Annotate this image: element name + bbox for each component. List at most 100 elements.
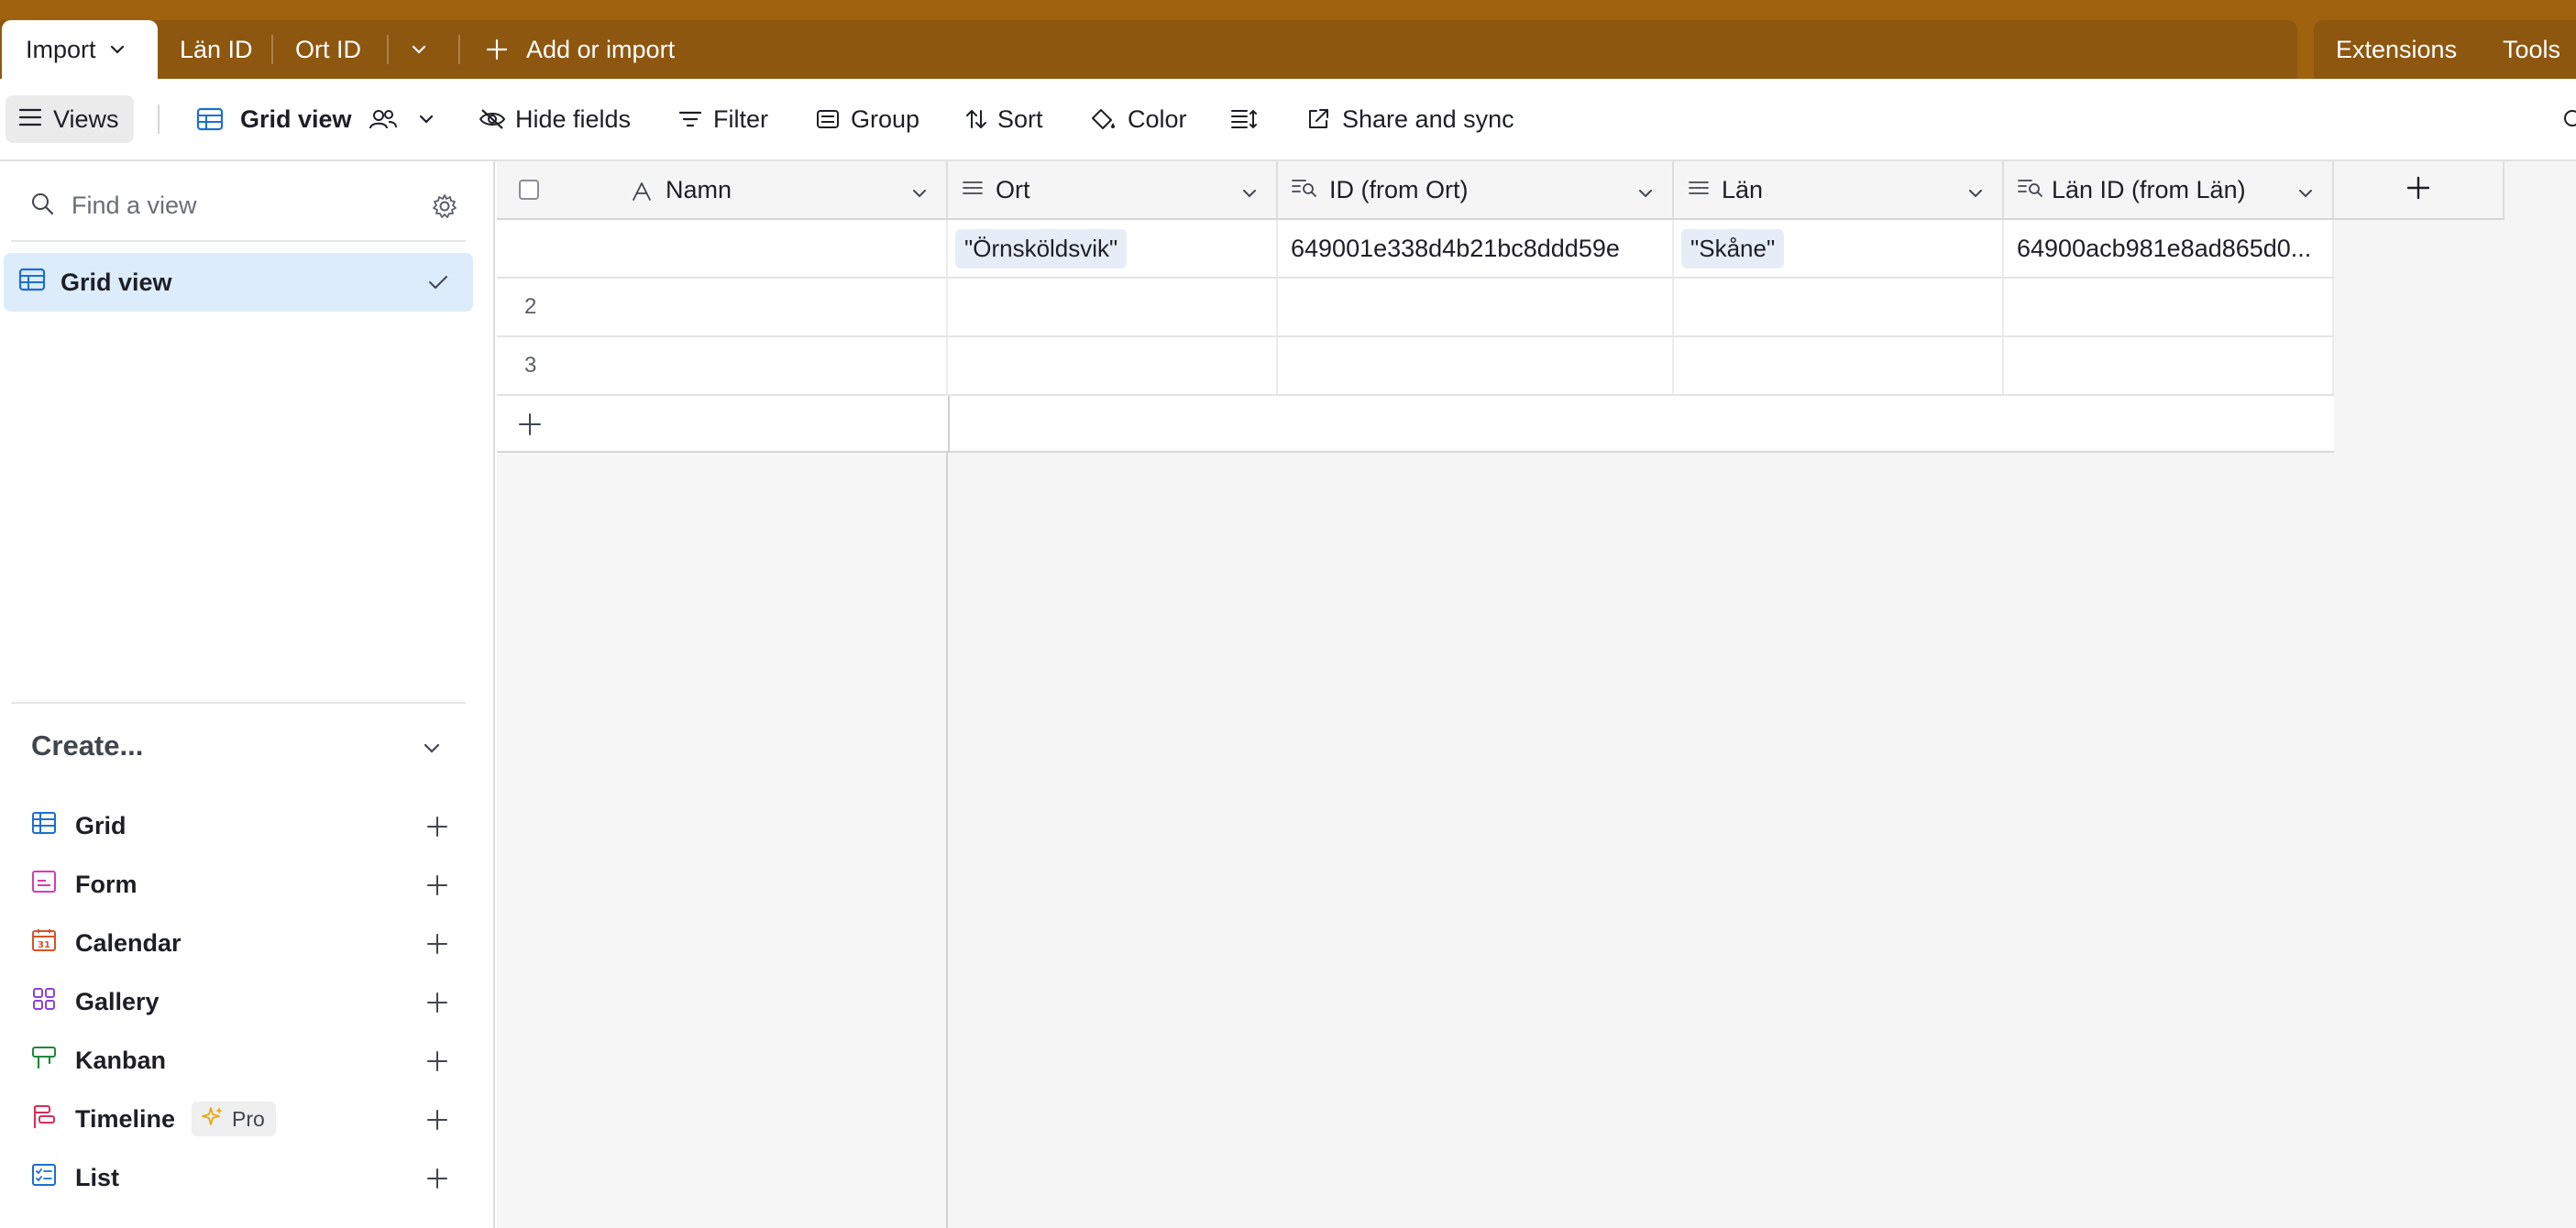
chevron-down-icon[interactable] bbox=[2295, 181, 2316, 210]
search-button[interactable] bbox=[2559, 79, 2576, 159]
plus-icon[interactable] bbox=[425, 1049, 449, 1080]
plus-icon[interactable] bbox=[425, 873, 449, 904]
cell-lan-id[interactable] bbox=[2004, 279, 2334, 335]
cell-lan-id[interactable]: 64900acb981e8ad865d0... bbox=[2004, 220, 2334, 277]
sidebar-view-grid-view[interactable]: Grid view bbox=[4, 253, 473, 312]
share-and-sync-label: Share and sync bbox=[1342, 104, 1514, 133]
tab-lan-id-label: Län ID bbox=[180, 35, 253, 63]
find-view-placeholder: Find a view bbox=[72, 191, 197, 219]
find-view-field[interactable]: Find a view bbox=[11, 178, 458, 233]
column-header-label: Län ID (from Län) bbox=[2052, 175, 2246, 203]
column-header-label: Ort bbox=[996, 175, 1030, 203]
create-form-label: Form bbox=[75, 870, 138, 898]
group-button[interactable]: Group bbox=[816, 79, 919, 159]
table-row[interactable]: 2 bbox=[497, 279, 2334, 337]
create-gallery-item[interactable]: Gallery bbox=[31, 979, 449, 1025]
color-button[interactable]: Color bbox=[1089, 79, 1187, 159]
chevron-down-icon[interactable] bbox=[107, 39, 127, 60]
chevron-down-icon[interactable] bbox=[420, 737, 444, 765]
table-row[interactable]: 3 bbox=[497, 337, 2334, 396]
cell-lan[interactable]: "Skåne" bbox=[1674, 220, 2004, 277]
create-timeline-item[interactable]: Timeline Pro bbox=[31, 1096, 449, 1142]
cell-lan-id[interactable] bbox=[2004, 337, 2334, 394]
linked-record-pill[interactable]: "Skåne" bbox=[1681, 228, 1785, 269]
grid-icon bbox=[31, 811, 57, 841]
cell-namn[interactable] bbox=[497, 337, 948, 394]
add-or-import-button[interactable]: Add or import bbox=[484, 20, 675, 79]
linked-record-pill[interactable]: "Örnsköldsvik" bbox=[955, 228, 1128, 269]
column-header-ort[interactable]: Ort bbox=[948, 161, 1278, 218]
column-header-lan[interactable]: Län bbox=[1674, 161, 2004, 218]
create-timeline-label: Timeline bbox=[75, 1104, 176, 1133]
chevron-down-icon[interactable] bbox=[909, 181, 930, 210]
filter-icon bbox=[678, 109, 702, 129]
tab-divider bbox=[458, 35, 460, 64]
filter-label: Filter bbox=[713, 104, 768, 133]
select-all-checkbox[interactable] bbox=[519, 180, 539, 200]
sidebar-divider bbox=[11, 702, 466, 704]
create-list-item[interactable]: List bbox=[31, 1155, 449, 1201]
tools-button[interactable]: Tools bbox=[2503, 20, 2560, 79]
table-row[interactable]: 1 "Örnsköldsvik" 649001e338d4b21bc8ddd59… bbox=[497, 220, 2334, 279]
views-toggle-button[interactable]: Views bbox=[6, 95, 134, 143]
calendar-icon: 31 bbox=[31, 928, 57, 959]
current-view-button[interactable]: Grid view bbox=[196, 79, 436, 159]
cell-id-from-ort[interactable]: 649001e338d4b21bc8ddd59e bbox=[1278, 220, 1674, 277]
add-field-button[interactable] bbox=[2334, 161, 2504, 220]
create-grid-item[interactable]: Grid bbox=[31, 803, 449, 849]
chevron-down-icon[interactable] bbox=[1239, 181, 1260, 210]
row-height-button[interactable] bbox=[1230, 79, 1258, 159]
toolbar-divider bbox=[158, 104, 160, 134]
search-icon bbox=[2559, 107, 2576, 131]
create-kanban-label: Kanban bbox=[75, 1046, 167, 1074]
column-header-namn[interactable]: Namn bbox=[497, 161, 948, 218]
views-label: Views bbox=[53, 104, 119, 133]
cell-ort[interactable]: "Örnsköldsvik" bbox=[948, 220, 1278, 277]
share-and-sync-button[interactable]: Share and sync bbox=[1305, 79, 1514, 159]
chevron-down-icon[interactable] bbox=[1965, 181, 1986, 210]
column-header-lan-id-from-lan[interactable]: Län ID (from Län) bbox=[2004, 161, 2334, 218]
filter-button[interactable]: Filter bbox=[678, 79, 768, 159]
row-height-icon bbox=[1230, 107, 1258, 131]
plus-icon[interactable] bbox=[425, 815, 449, 845]
tab-import[interactable]: Import bbox=[2, 20, 158, 79]
cell-namn[interactable] bbox=[497, 220, 948, 277]
cell-id-from-ort[interactable] bbox=[1278, 279, 1674, 335]
add-record-row[interactable] bbox=[497, 396, 2334, 453]
hide-fields-button[interactable]: Hide fields bbox=[479, 79, 631, 159]
grid-icon bbox=[18, 268, 46, 298]
create-gallery-label: Gallery bbox=[75, 987, 160, 1015]
grid-header-row: Namn Ort ID (from Ort) Län Län ID (from … bbox=[497, 161, 2334, 220]
group-icon bbox=[816, 108, 840, 130]
plus-icon[interactable] bbox=[425, 991, 449, 1021]
cell-id-from-ort[interactable] bbox=[1278, 337, 1674, 394]
search-icon bbox=[29, 191, 55, 221]
create-form-item[interactable]: Form bbox=[31, 861, 449, 907]
eye-off-icon bbox=[479, 107, 506, 131]
extensions-label: Extensions bbox=[2336, 35, 2458, 63]
sort-button[interactable]: Sort bbox=[964, 79, 1043, 159]
chevron-down-icon[interactable] bbox=[416, 109, 436, 129]
sort-label: Sort bbox=[997, 104, 1043, 133]
create-kanban-item[interactable]: Kanban bbox=[31, 1037, 449, 1083]
gear-icon[interactable] bbox=[431, 192, 458, 225]
extensions-button[interactable]: Extensions bbox=[2336, 20, 2457, 79]
plus-icon[interactable] bbox=[425, 1167, 449, 1197]
plus-icon[interactable] bbox=[425, 1108, 449, 1138]
column-header-id-from-ort[interactable]: ID (from Ort) bbox=[1278, 161, 1674, 218]
tables-dropdown-button[interactable] bbox=[409, 20, 436, 79]
cell-lan[interactable] bbox=[1674, 279, 2004, 335]
plus-icon[interactable] bbox=[425, 932, 449, 962]
create-section-title[interactable]: Create... bbox=[31, 729, 143, 762]
tab-ort-id[interactable]: Ort ID bbox=[295, 20, 361, 79]
chevron-down-icon[interactable] bbox=[1635, 181, 1656, 210]
tab-import-label: Import bbox=[26, 35, 96, 63]
cell-ort[interactable] bbox=[948, 279, 1278, 335]
cell-lan[interactable] bbox=[1674, 337, 2004, 394]
plus-icon bbox=[517, 411, 543, 442]
tab-lan-id[interactable]: Län ID bbox=[180, 20, 253, 79]
cell-ort[interactable] bbox=[948, 337, 1278, 394]
cell-namn[interactable] bbox=[497, 279, 948, 335]
create-calendar-label: Calendar bbox=[75, 928, 182, 957]
create-calendar-item[interactable]: 31 Calendar bbox=[31, 920, 449, 966]
